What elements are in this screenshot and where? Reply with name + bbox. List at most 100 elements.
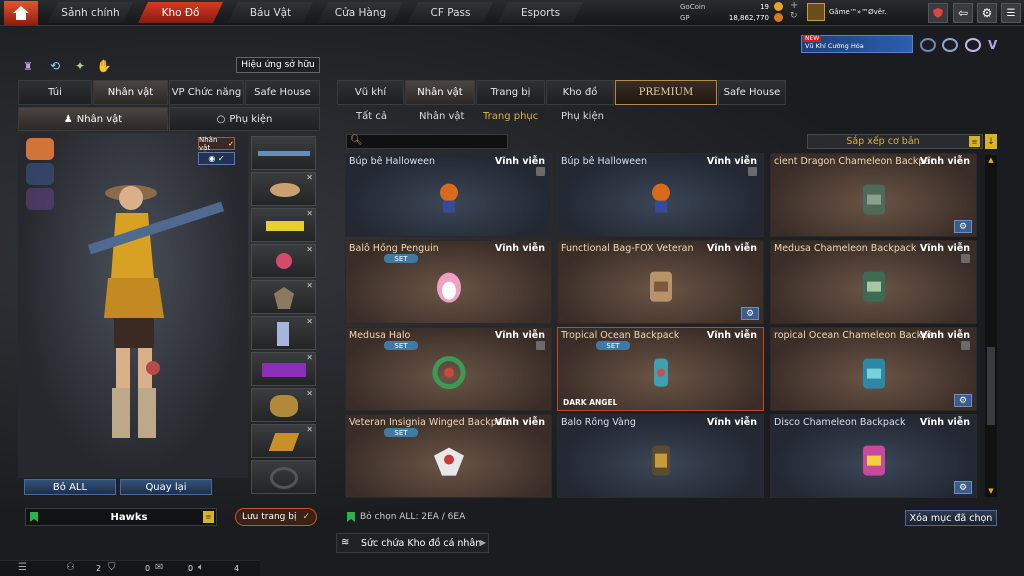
nav-lobby[interactable]: Sảnh chính: [48, 2, 133, 23]
delete-selected-button[interactable]: Xóa mục đã chọn: [905, 510, 997, 526]
reset-icon[interactable]: ⟲: [47, 58, 63, 74]
trash-icon[interactable]: [748, 167, 757, 176]
equip-slot-emblem[interactable]: ✕: [251, 280, 316, 314]
item-card[interactable]: Veteran Insignia Winged Backpack Vĩnh viễ…: [345, 414, 552, 498]
remove-icon[interactable]: ✕: [306, 173, 313, 182]
tab-bag[interactable]: Túi: [18, 80, 92, 105]
subtab-accessory[interactable]: ○ Phụ kiện: [169, 107, 320, 131]
ranking-icon[interactable]: ♜: [20, 58, 36, 74]
search-input[interactable]: 🔍︎: [346, 134, 508, 149]
gear-icon[interactable]: ⚙: [977, 3, 997, 23]
scrollbar[interactable]: ▲ ▼: [985, 155, 997, 497]
equip-slot-wings[interactable]: ✕: [251, 388, 316, 422]
remove-icon[interactable]: ✕: [306, 389, 313, 398]
storage-capacity-button[interactable]: ≋ Sức chứa Kho đồ cá nhân ▶: [336, 533, 489, 553]
vip-icon[interactable]: V: [988, 38, 1006, 52]
filter-accessory[interactable]: Phụ kiện: [561, 111, 604, 122]
scroll-thumb[interactable]: [987, 347, 995, 425]
item-card[interactable]: Medusa Chameleon Backpack Vĩnh viễn: [770, 240, 977, 324]
view-toggle[interactable]: ◉ ✓: [198, 152, 235, 165]
item-card[interactable]: Disco Chameleon Backpack Vĩnh viễn ⚙: [770, 414, 977, 498]
sort-direction-icon[interactable]: ↓: [985, 134, 997, 149]
equip-slot-card[interactable]: ✕: [251, 316, 316, 350]
list-icon[interactable]: ≡: [969, 136, 980, 147]
scroll-down-icon[interactable]: ▼: [985, 486, 997, 496]
character-badge[interactable]: Nhân vật ✓: [198, 136, 235, 152]
hand-icon[interactable]: ✋: [96, 58, 112, 74]
promo-banner[interactable]: NEW Vũ Khí Cường Hóa: [801, 35, 913, 53]
tab-equipment[interactable]: Trang bị: [476, 80, 545, 105]
sort-dropdown[interactable]: Sắp xếp cơ bản ≡: [807, 134, 983, 149]
character-slot-2-icon[interactable]: [26, 163, 54, 185]
tab-character[interactable]: Nhân vật: [93, 80, 168, 105]
nav-esports[interactable]: Esports: [498, 2, 583, 23]
nav-inventory[interactable]: Kho Đồ: [138, 2, 223, 23]
nav-cf-pass[interactable]: CF Pass: [408, 2, 493, 23]
subtab-character[interactable]: ♟ Nhân vật: [18, 107, 168, 131]
tab-weapons[interactable]: Vũ khí: [337, 80, 404, 105]
filter-character[interactable]: Nhân vật: [419, 111, 464, 122]
filter-all[interactable]: Tất cả: [356, 111, 387, 122]
equip-slot-flower[interactable]: ✕: [251, 244, 316, 278]
filter-outfit[interactable]: Trang phục: [483, 111, 538, 122]
equip-slot-weapon[interactable]: [251, 136, 316, 170]
home-icon[interactable]: [4, 1, 38, 25]
item-card[interactable]: Búp bê Halloween Vĩnh viễn: [345, 153, 552, 237]
remove-icon[interactable]: ✕: [306, 425, 313, 434]
character-preview[interactable]: Nhân vật ✓ ◉ ✓: [18, 133, 248, 478]
back-button[interactable]: Quay lại: [120, 479, 212, 495]
item-card[interactable]: Búp bê Halloween Vĩnh viễn: [557, 153, 764, 237]
shield-icon[interactable]: ⛉: [108, 562, 116, 573]
save-equipment-button[interactable]: Lưu trang bị ✓: [235, 508, 317, 526]
shield-icon[interactable]: [928, 3, 948, 23]
remove-icon[interactable]: ✕: [306, 209, 313, 218]
trash-icon[interactable]: [536, 341, 545, 350]
badge-icon[interactable]: [965, 38, 981, 52]
equip-slot-empty[interactable]: [251, 460, 316, 494]
chat-icon[interactable]: ✉: [155, 562, 163, 573]
user-name[interactable]: Gâme™»™Øvër.: [829, 8, 887, 16]
remove-icon[interactable]: ✕: [306, 317, 313, 326]
award-icon[interactable]: [942, 38, 958, 52]
equip-slot-hat[interactable]: ✕: [251, 172, 316, 206]
nav-treasure[interactable]: Báu Vật: [228, 2, 313, 23]
equip-slot-case[interactable]: ✕: [251, 352, 316, 386]
list-icon[interactable]: ≡: [203, 511, 214, 523]
character-slot-1-icon[interactable]: [26, 138, 54, 160]
item-card[interactable]: Functional Bag-FOX Veteran Vĩnh viễn ⚙: [557, 240, 764, 324]
item-card[interactable]: cient Dragon Chameleon Backpack Vĩnh viễn…: [770, 153, 977, 237]
exit-icon[interactable]: ⇦: [953, 3, 973, 23]
effect-icon[interactable]: ✦: [72, 58, 88, 74]
add-gocoin-icon[interactable]: +: [790, 0, 798, 11]
gear-icon[interactable]: ⚙: [954, 394, 972, 407]
equip-slot-bullets[interactable]: ✕: [251, 424, 316, 458]
item-card[interactable]: Balo Rồng Vàng Vĩnh viễn: [557, 414, 764, 498]
item-card-selected[interactable]: Tropical Ocean Backpack Vĩnh viễn SET DAR…: [557, 327, 764, 411]
tab-safe-house[interactable]: Safe House: [245, 80, 320, 105]
item-card[interactable]: Medusa Halo Vĩnh viễn SET: [345, 327, 552, 411]
trash-icon[interactable]: [961, 341, 970, 350]
tab-premium[interactable]: PREMIUM: [615, 80, 717, 105]
tab-safe-house-right[interactable]: Safe House: [718, 80, 786, 105]
item-card[interactable]: ropical Ocean Chameleon Backpack Vĩnh viễ…: [770, 327, 977, 411]
gear-icon[interactable]: ⚙: [954, 220, 972, 233]
remove-icon[interactable]: ✕: [306, 245, 313, 254]
preset-field[interactable]: Hawks ≡: [25, 508, 217, 526]
friends-icon[interactable]: ⚇: [66, 562, 75, 573]
gear-icon[interactable]: ⚙: [954, 481, 972, 494]
tab-characters[interactable]: Nhân vật: [405, 80, 475, 105]
item-card[interactable]: Balô Hồng Penguin Vĩnh viễn SET: [345, 240, 552, 324]
tab-storage[interactable]: Kho đồ: [546, 80, 614, 105]
trash-icon[interactable]: [536, 167, 545, 176]
tab-function-items[interactable]: VP Chức năng: [169, 80, 244, 105]
remove-icon[interactable]: ✕: [306, 281, 313, 290]
refresh-icon[interactable]: ↻: [790, 11, 798, 21]
character-slot-3-icon[interactable]: [26, 188, 54, 210]
gear-icon[interactable]: ⚙: [741, 307, 759, 320]
nav-shop[interactable]: Cửa Hàng: [318, 2, 403, 23]
menu-icon[interactable]: ☰: [1001, 3, 1021, 23]
clear-all-button[interactable]: Bỏ ALL: [24, 479, 116, 495]
ownership-effect-button[interactable]: Hiệu ứng sở hữu: [236, 57, 320, 73]
speaker-icon[interactable]: 🔈︎: [198, 562, 204, 573]
list-icon[interactable]: ☰: [18, 562, 27, 573]
